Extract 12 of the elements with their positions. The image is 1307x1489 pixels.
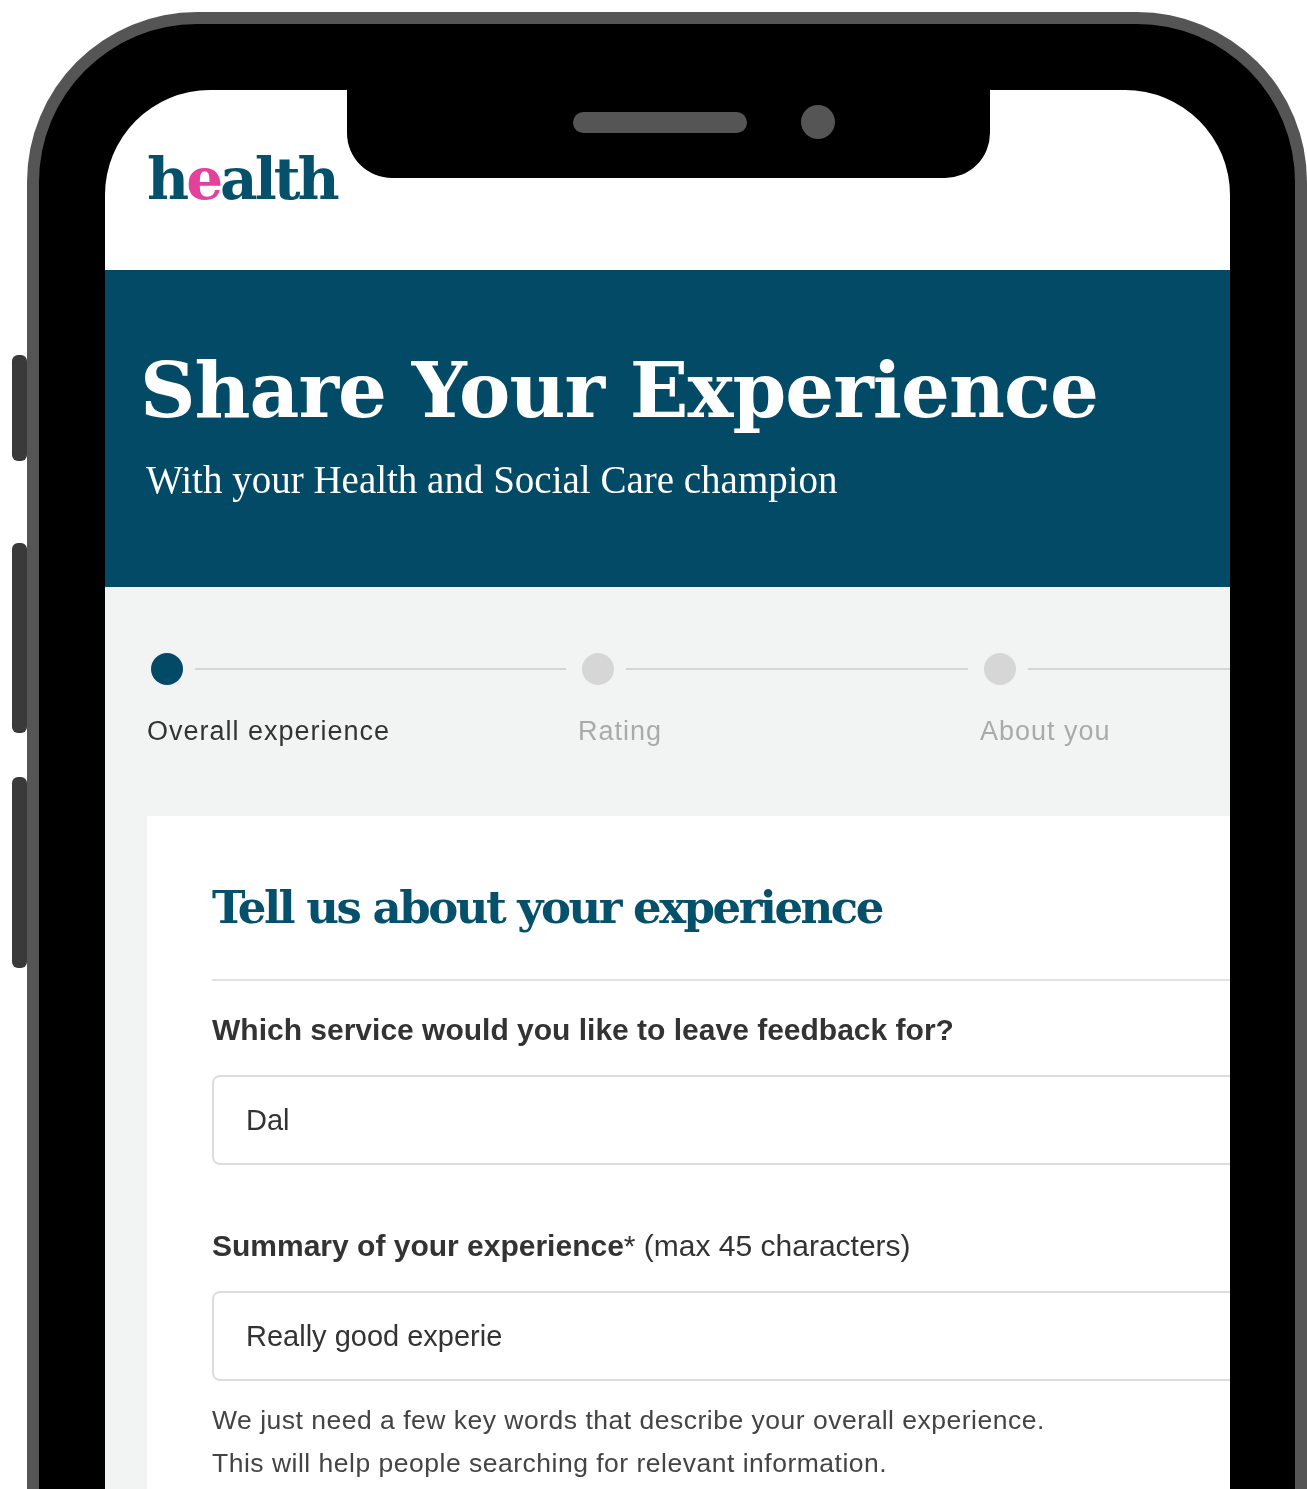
help-text: This will help people searching for relevant information. — [212, 1448, 888, 1478]
input-field[interactable]: Dal — [212, 1075, 1230, 1165]
page-title: Share Your Experience — [140, 348, 1098, 433]
form-heading: Tell us about your experience — [212, 879, 882, 936]
field-label: Summary of your experience* (max 45 characters) — [212, 1228, 911, 1264]
page-subtitle: With your Health and Social Care champion — [146, 456, 838, 504]
help-text: We just need a few key words that describe your overall experience. — [212, 1405, 1045, 1435]
logo[interactable]: health — [147, 150, 337, 208]
field-label: Which service would you like to leave feedback for? — [212, 1012, 954, 1048]
step-label[interactable]: Overall experience — [147, 711, 391, 752]
camera-icon — [801, 105, 835, 139]
input-field[interactable]: Really good experie — [212, 1291, 1230, 1381]
